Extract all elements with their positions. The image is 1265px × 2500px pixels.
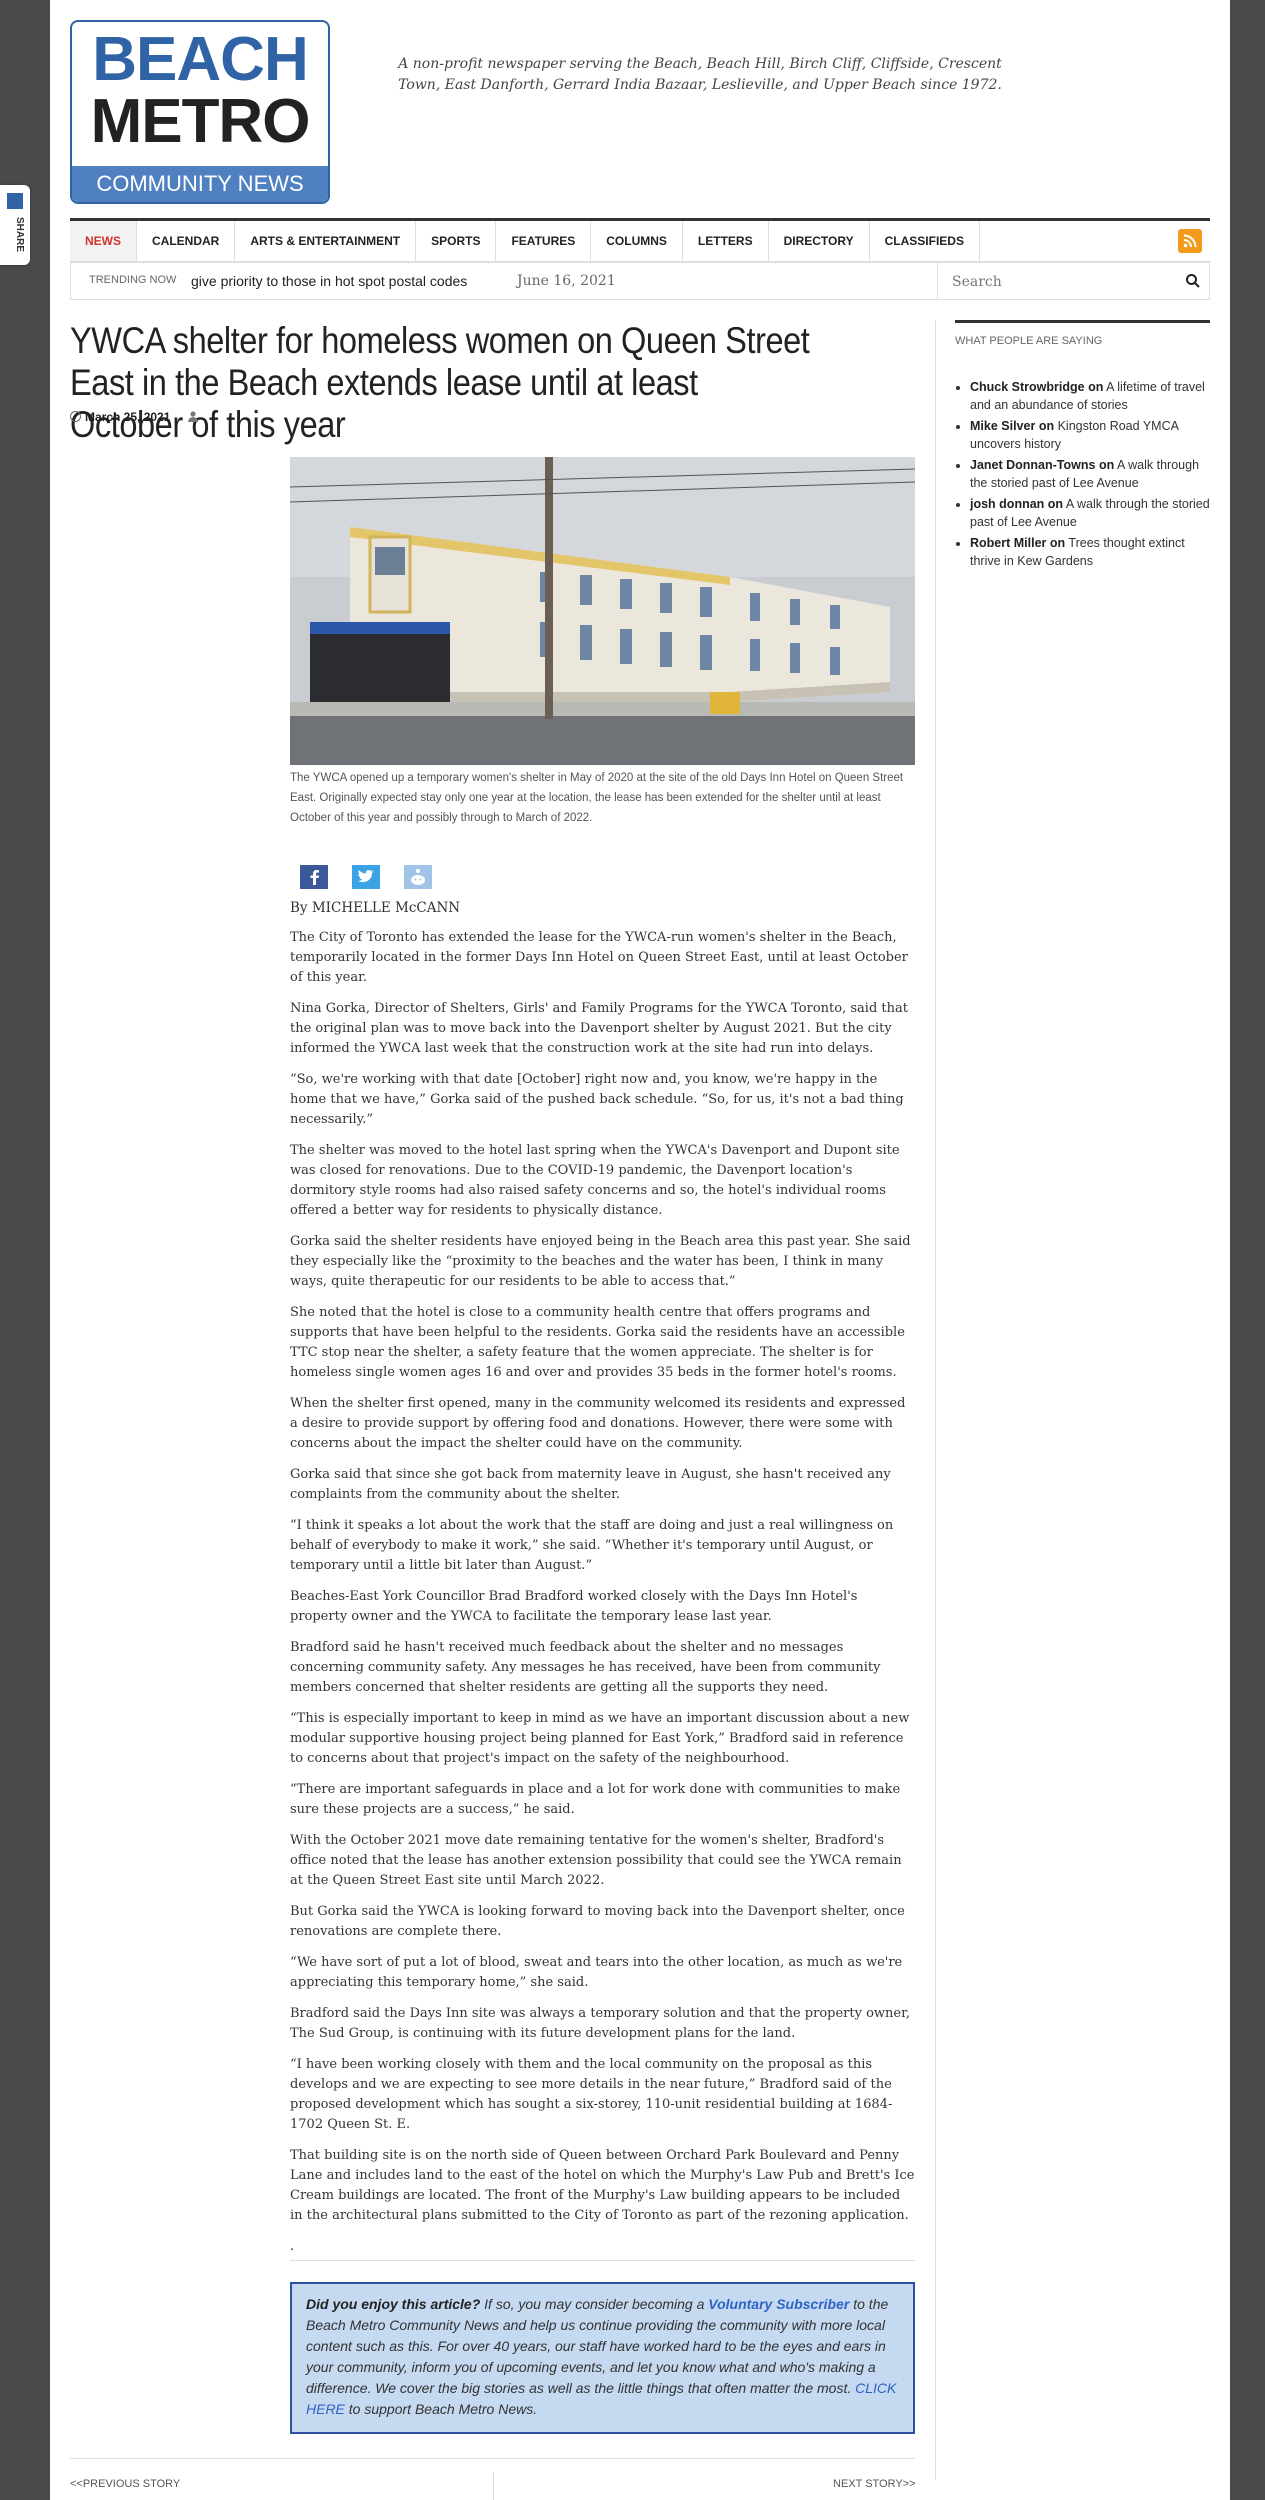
article-paragraph: Beaches-East York Councillor Brad Bradfo…	[290, 1589, 858, 1624]
comment-on: on	[1049, 536, 1066, 550]
nav-item-features[interactable]: FEATURES	[496, 221, 592, 261]
divider	[290, 2260, 915, 2261]
share-logo-icon	[7, 193, 23, 209]
logo-community-news: COMMUNITY NEWS	[72, 166, 328, 202]
article-meta: March 25, 2021	[70, 410, 198, 424]
article-title: YWCA shelter for homeless women on Queen…	[70, 320, 810, 445]
article-paragraph: Bradford said he hasn't received much fe…	[290, 1640, 881, 1695]
trending-label: TRENDING NOW	[89, 274, 177, 286]
comment-author: Chuck Strowbridge	[970, 380, 1085, 394]
article-paragraph: That building site is on the north side …	[290, 2148, 915, 2223]
nav-item-sports[interactable]: SPORTS	[416, 221, 497, 261]
article-paragraph: “There are important safeguards in place…	[290, 1782, 901, 1817]
comment-author: Robert Miller	[970, 536, 1047, 550]
search-input[interactable]	[950, 271, 1174, 293]
user-icon[interactable]	[187, 411, 198, 422]
support-text: to support Beach Metro News.	[344, 2401, 538, 2417]
comment-item: josh donnan on A walk through the storie…	[970, 495, 1210, 531]
article-paragraph: Gorka said that since she got back from …	[290, 1467, 891, 1502]
comment-author: Janet Donnan-Towns	[970, 458, 1096, 472]
article-paragraph: But Gorka said the YWCA is looking forwa…	[290, 1904, 905, 1939]
article-paragraph: The City of Toronto has extended the lea…	[290, 930, 908, 985]
nav-item-news[interactable]: NEWS	[70, 221, 137, 261]
logo-metro: METRO	[90, 87, 311, 156]
comment-author: Mike Silver	[970, 419, 1036, 433]
article-paragraph: Bradford said the Days Inn site was alwa…	[290, 2006, 911, 2041]
share-tab[interactable]: SHARE	[0, 185, 30, 265]
support-lead: Did you enjoy this article?	[306, 2296, 481, 2312]
search-box	[937, 262, 1211, 300]
logo-beach: BEACH	[92, 25, 308, 94]
article-photo	[289, 457, 916, 765]
voluntary-subscriber-link[interactable]: Voluntary Subscriber	[708, 2296, 849, 2312]
nav-item-columns[interactable]: COLUMNS	[591, 221, 683, 261]
recent-comments: Chuck Strowbridge on A lifetime of trave…	[955, 378, 1210, 573]
comment-on: on	[1098, 458, 1115, 472]
article-paragraph: With the October 2021 move date remainin…	[290, 1833, 902, 1888]
clock-icon	[70, 411, 81, 422]
article-paragraph: “So, we're working with that date [Octob…	[290, 1072, 904, 1127]
reddit-icon[interactable]	[404, 865, 432, 889]
page: BEACH METRO COMMUNITY NEWS A non-profit …	[50, 0, 1230, 2500]
article-body: The City of Toronto has extended the lea…	[290, 928, 915, 2268]
trending-headline[interactable]: give priority to those in hot spot posta…	[191, 273, 467, 289]
sidebar-heading: WHAT PEOPLE ARE SAYING	[955, 320, 1210, 347]
article-paragraph: “I think it speaks a lot about the work …	[290, 1518, 894, 1573]
article-paragraph: When the shelter first opened, many in t…	[290, 1396, 906, 1451]
comment-item: Mike Silver on Kingston Road YMCA uncove…	[970, 417, 1210, 453]
article-paragraph: “We have sort of put a lot of blood, swe…	[290, 1955, 903, 1990]
nav-item-arts-entertainment[interactable]: ARTS & ENTERTAINMENT	[235, 221, 417, 261]
article-byline: By MICHELLE McCANN	[290, 900, 461, 916]
comment-on: on	[1047, 497, 1064, 511]
main-nav: NEWS CALENDAR ARTS & ENTERTAINMENT SPORT…	[70, 218, 1210, 262]
article-paragraph: “I have been working closely with them a…	[290, 2057, 893, 2132]
pager-divider	[70, 2458, 915, 2459]
next-story-link[interactable]: NEXT STORY>>	[833, 2478, 916, 2490]
comment-on: on	[1088, 380, 1104, 394]
nav-item-directory[interactable]: DIRECTORY	[769, 221, 870, 261]
comment-item: Chuck Strowbridge on A lifetime of trave…	[970, 378, 1210, 414]
article-paragraph: “This is especially important to keep in…	[290, 1711, 910, 1766]
share-label: SHARE	[14, 217, 25, 253]
article-paragraph: The shelter was moved to the hotel last …	[290, 1143, 900, 1218]
column-divider	[935, 320, 936, 2480]
facebook-icon[interactable]	[300, 865, 328, 889]
comment-on: on	[1038, 419, 1055, 433]
site-tagline: A non-profit newspaper serving the Beach…	[398, 56, 1002, 93]
comment-item: Janet Donnan-Towns on A walk through the…	[970, 456, 1210, 492]
comment-author: josh donnan	[970, 497, 1045, 511]
article-paragraph: Gorka said the shelter residents have en…	[290, 1234, 911, 1289]
support-text: If so, you may consider becoming a	[480, 2296, 709, 2312]
previous-story-link[interactable]: <<PREVIOUS STORY	[70, 2478, 180, 2490]
search-icon[interactable]	[1185, 273, 1201, 289]
article-date: March 25, 2021	[85, 410, 171, 424]
comment-item: Robert Miller on Trees thought extinct t…	[970, 534, 1210, 570]
site-logo[interactable]: BEACH METRO COMMUNITY NEWS	[70, 20, 330, 204]
twitter-icon[interactable]	[352, 865, 380, 889]
nav-item-classifieds[interactable]: CLASSIFIEDS	[870, 221, 980, 261]
trending-date: June 16, 2021	[517, 273, 616, 289]
nav-item-calendar[interactable]: CALENDAR	[137, 221, 236, 261]
nav-item-letters[interactable]: LETTERS	[683, 221, 769, 261]
article-paragraph: Nina Gorka, Director of Shelters, Girls'…	[290, 1001, 908, 1056]
article-paragraph: She noted that the hotel is close to a c…	[290, 1305, 905, 1380]
photo-caption: The YWCA opened up a temporary women's s…	[290, 772, 904, 824]
rss-icon[interactable]	[1178, 229, 1202, 253]
article-paragraph: .	[290, 2239, 295, 2254]
pager-vertical-divider	[493, 2472, 494, 2500]
support-box: Did you enjoy this article? If so, you m…	[290, 2282, 915, 2434]
